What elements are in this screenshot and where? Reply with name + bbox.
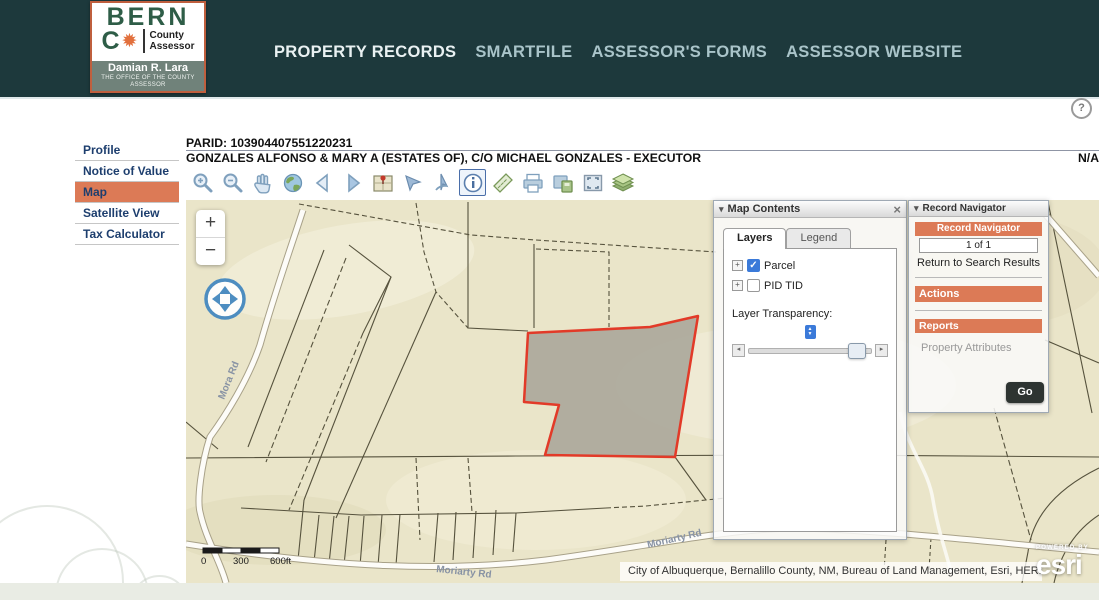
esri-logo: POWERED BY esri	[1036, 544, 1089, 578]
logo-county-text: County	[149, 30, 183, 41]
layer-row-pid-tid: + PID TID	[732, 279, 888, 292]
header-divider	[0, 97, 1099, 99]
slider-track[interactable]	[748, 348, 872, 354]
record-navigator-banner: Record Navigator	[915, 222, 1042, 236]
bernco-assessor-logo[interactable]: BERN C ✹ County Assessor Damian R. Lara …	[90, 1, 206, 93]
transparency-stepper[interactable]: ▲▼	[805, 325, 816, 339]
map-contents-title: Map Contents	[728, 203, 801, 215]
previous-extent-icon[interactable]	[309, 169, 336, 196]
logo-name-band: Damian R. Lara THE OFFICE OF THE COUNTY …	[92, 61, 204, 91]
assessor-name: Damian R. Lara	[92, 61, 204, 75]
zoom-in-tool-icon[interactable]	[189, 169, 216, 196]
map-zoom-control: + −	[196, 210, 225, 265]
map-contents-tabs: Layers Legend	[723, 228, 897, 248]
select-pointer-icon[interactable]	[399, 169, 426, 196]
slider-right-arrow[interactable]: ▸	[875, 344, 888, 357]
record-navigator-panel: ▾ Record Navigator Record Navigator 1 of…	[908, 200, 1049, 413]
sidebar-item-notice-of-value[interactable]: Notice of Value	[75, 161, 179, 182]
export-map-icon[interactable]	[549, 169, 576, 196]
full-extent-globe-icon[interactable]	[279, 169, 306, 196]
nav-smartfile[interactable]: SMARTFILE	[475, 43, 572, 62]
compass-locator-icon[interactable]	[202, 276, 248, 322]
transparency-label: Layer Transparency:	[732, 308, 888, 320]
slider-left-arrow[interactable]: ◂	[732, 344, 745, 357]
selected-parcel-polygon	[524, 316, 698, 457]
layers-tab-content: + ✓ Parcel + PID TID Layer Transparency:…	[723, 248, 897, 532]
hyperlink-pointer-icon[interactable]	[429, 169, 456, 196]
scale-label-middle: 300	[233, 556, 249, 567]
expand-plus-icon[interactable]: +	[732, 260, 743, 271]
record-position-input[interactable]: 1 of 1	[919, 238, 1038, 253]
sidebar-item-map[interactable]: Map	[75, 182, 179, 203]
logo-wordmark: BERN C ✹ County Assessor	[92, 3, 204, 53]
logo-co-text: C	[101, 30, 119, 52]
nav-assessor-website[interactable]: ASSESSOR WEBSITE	[786, 43, 962, 62]
road-label-moriarty-2: Moriarty Rd	[646, 528, 703, 551]
logo-bern-text: BERN	[92, 6, 204, 28]
zia-sun-icon: ✹	[122, 32, 138, 51]
go-button[interactable]: Go	[1006, 382, 1044, 403]
slider-thumb[interactable]	[848, 343, 866, 359]
nav-assessors-forms[interactable]: ASSESSOR'S FORMS	[591, 43, 767, 62]
collapse-caret-icon[interactable]: ▾	[719, 204, 724, 215]
layer-label-parcel: Parcel	[764, 260, 795, 272]
page-footer-strip	[0, 583, 1099, 600]
tab-legend[interactable]: Legend	[786, 228, 851, 248]
return-to-search-results-link[interactable]: Return to Search Results	[913, 257, 1044, 269]
map-zoom-out-button[interactable]: −	[196, 238, 225, 265]
esri-brand-text: esri	[1036, 552, 1089, 578]
sidebar-item-satellite-view[interactable]: Satellite View	[75, 203, 179, 224]
record-navigator-header[interactable]: ▾ Record Navigator	[909, 201, 1048, 217]
map-contents-header[interactable]: ▾ Map Contents ×	[714, 201, 906, 218]
scale-label-end: 600ft	[270, 556, 291, 567]
owner-text: GONZALES ALFONSO & MARY A (ESTATES OF), …	[186, 152, 701, 165]
parid-text: PARID: 103904407551220231	[186, 137, 1099, 151]
divider	[915, 277, 1042, 278]
print-icon[interactable]	[519, 169, 546, 196]
sidebar-menu: Profile Notice of Value Map Satellite Vi…	[75, 140, 179, 245]
record-value-na: N/A	[1078, 152, 1099, 165]
nav-property-records[interactable]: PROPERTY RECORDS	[274, 43, 456, 62]
next-extent-icon[interactable]	[339, 169, 366, 196]
map-contents-panel: ▾ Map Contents × Layers Legend + ✓ Parce…	[713, 200, 907, 540]
scale-label-start: 0	[201, 556, 206, 567]
layers-icon[interactable]	[609, 169, 636, 196]
assessor-page: PROPERTY RECORDS SMARTFILE ASSESSOR'S FO…	[0, 0, 1099, 600]
transparency-slider: ◂ ▸	[732, 344, 888, 357]
tab-layers[interactable]: Layers	[723, 228, 786, 249]
zoom-out-tool-icon[interactable]	[219, 169, 246, 196]
divider	[915, 310, 1042, 311]
logo-divider	[143, 29, 145, 53]
pid-tid-checkbox[interactable]	[747, 279, 760, 292]
record-header: PARID: 103904407551220231 GONZALES ALFON…	[186, 137, 1099, 167]
record-navigator-title: Record Navigator	[923, 203, 1006, 214]
parcel-checkbox[interactable]: ✓	[747, 259, 760, 272]
expand-plus-icon[interactable]: +	[732, 280, 743, 291]
actions-section-bar[interactable]: Actions	[915, 286, 1042, 302]
close-icon[interactable]: ×	[893, 203, 901, 216]
collapse-caret-icon[interactable]: ▾	[914, 203, 919, 214]
main-nav: PROPERTY RECORDS SMARTFILE ASSESSOR'S FO…	[274, 40, 962, 64]
identify-tool-icon[interactable]	[459, 169, 486, 196]
measure-tool-icon[interactable]	[489, 169, 516, 196]
overview-map-icon[interactable]	[369, 169, 396, 196]
pan-tool-icon[interactable]	[249, 169, 276, 196]
map-zoom-in-button[interactable]: +	[196, 210, 225, 238]
map-attribution: City of Albuquerque, Bernalillo County, …	[620, 562, 1042, 581]
full-screen-icon[interactable]	[579, 169, 606, 196]
property-attributes-link[interactable]: Property Attributes	[921, 342, 1044, 354]
sidebar-item-tax-calculator[interactable]: Tax Calculator	[75, 224, 179, 245]
reports-section-bar[interactable]: Reports	[915, 319, 1042, 333]
logo-assessor-text: Assessor	[149, 41, 194, 52]
sidebar-item-profile[interactable]: Profile	[75, 140, 179, 161]
assessor-tagline: THE OFFICE OF THE COUNTY ASSESSOR	[92, 75, 204, 89]
map-toolbar	[186, 166, 1099, 199]
layer-label-pid-tid: PID TID	[764, 280, 803, 292]
layer-row-parcel: + ✓ Parcel	[732, 259, 888, 272]
help-icon[interactable]: ?	[1071, 98, 1092, 119]
